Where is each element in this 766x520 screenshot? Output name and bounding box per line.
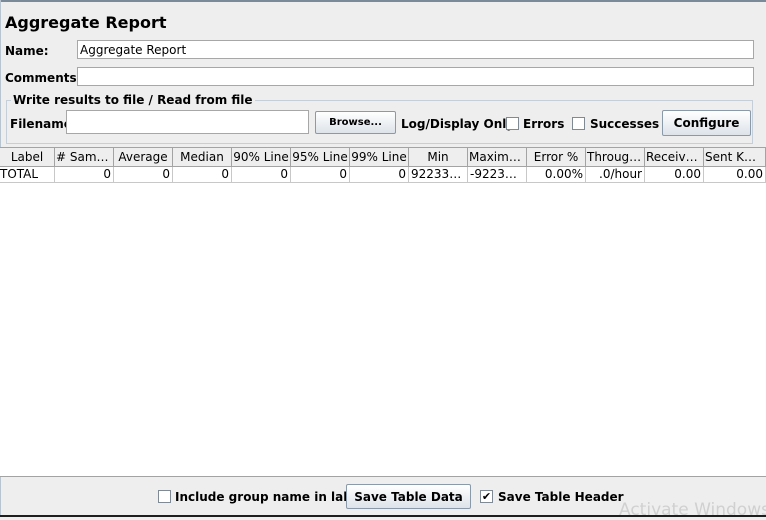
cell-90-line: 0 [232,167,291,183]
column-header-90-line[interactable]: 90% Line [232,148,291,167]
successes-label: Successes [590,117,660,131]
include-group-checkbox[interactable] [158,490,171,503]
log-display-label: Log/Display Only: [401,117,519,131]
cell-average: 0 [114,167,173,183]
name-field[interactable]: Aggregate Report [77,40,754,59]
checkmark-icon: ✔ [481,490,492,503]
panel-title: Aggregate Report [5,13,167,32]
filename-label: Filename [10,117,72,131]
column-header-throughput[interactable]: Through... [586,148,645,167]
filename-field[interactable] [66,110,309,134]
column-header-median[interactable]: Median [173,148,232,167]
cell-95-line: 0 [291,167,350,183]
file-group-title: Write results to file / Read from file [11,93,255,107]
comments-field[interactable] [77,67,754,86]
cell-throughput: .0/hour [586,167,645,183]
table-row[interactable]: TOTAL 0 0 0 0 0 0 922337... -922337... 0… [0,167,766,183]
cell-label: TOTAL [0,167,55,183]
column-header-maximum[interactable]: Maximum [468,148,527,167]
include-group-label: Include group name in label? [175,490,372,504]
save-table-header-checkbox[interactable]: ✔ [480,490,493,503]
column-header-error[interactable]: Error % [527,148,586,167]
save-table-header-label: Save Table Header [498,490,624,504]
browse-button[interactable]: Browse... [315,111,396,134]
name-label: Name: [5,44,49,58]
window-top-border [0,0,766,2]
column-header-average[interactable]: Average [114,148,173,167]
column-header-samples[interactable]: # Sampl... [55,148,114,167]
cell-sent: 0.00 [704,167,766,183]
cell-median: 0 [173,167,232,183]
cell-99-line: 0 [350,167,409,183]
column-header-min[interactable]: Min [409,148,468,167]
save-table-data-button[interactable]: Save Table Data [346,484,471,509]
errors-label: Errors [523,117,565,131]
column-header-sent[interactable]: Sent KB/... [704,148,766,167]
cell-samples: 0 [55,167,114,183]
cell-maximum: -922337... [468,167,527,183]
cell-received: 0.00 [645,167,704,183]
successes-checkbox[interactable] [572,117,585,130]
column-header-received[interactable]: Receive... [645,148,704,167]
column-header-label[interactable]: Label [0,148,55,167]
comments-label: Comments: [5,71,82,85]
aggregate-table: Label # Sampl... Average Median 90% Line… [0,147,766,477]
column-header-99-line[interactable]: 99% Line [350,148,409,167]
errors-checkbox[interactable] [506,117,519,130]
activate-windows-watermark: Activate Windows [619,500,766,520]
cell-error: 0.00% [527,167,586,183]
column-header-95-line[interactable]: 95% Line [291,148,350,167]
configure-button[interactable]: Configure [662,110,751,136]
table-header: Label # Sampl... Average Median 90% Line… [0,148,766,167]
cell-min: 922337... [409,167,468,183]
